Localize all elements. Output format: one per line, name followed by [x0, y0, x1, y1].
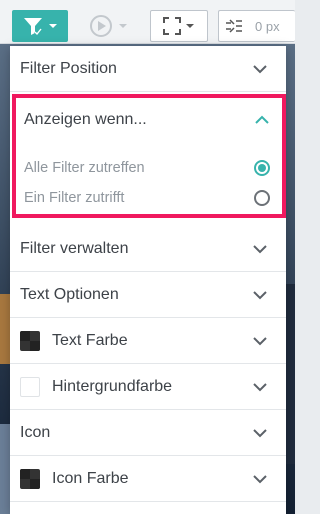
filter-settings-dropdown: Filter Position Anzeigen wenn... Alle Fi…: [10, 46, 286, 514]
chevron-up-icon: [255, 115, 269, 124]
fullscreen-frame-icon: [163, 17, 181, 35]
chevron-down-icon: [253, 336, 267, 345]
menu-item-text-color[interactable]: Text Farbe: [10, 318, 286, 364]
menu-item-icon[interactable]: Icon: [10, 410, 286, 456]
chevron-down-icon: [253, 290, 267, 299]
color-swatch[interactable]: [20, 468, 40, 489]
caret-down-icon: [49, 24, 57, 28]
menu-item-label: Text Farbe: [52, 331, 128, 349]
spacing-field[interactable]: 0 px: [218, 10, 295, 42]
menu-item-label: Filter verwalten: [20, 239, 129, 257]
chevron-down-icon: [253, 244, 267, 253]
radio-unselected[interactable]: [254, 190, 270, 206]
menu-item-manage-filters[interactable]: Filter verwalten: [10, 226, 286, 272]
menu-item-label: Icon: [20, 423, 51, 441]
menu-item-filter-position[interactable]: Filter Position: [10, 46, 286, 92]
option-label: Alle Filter zutreffen: [24, 160, 145, 176]
color-swatch[interactable]: [20, 376, 40, 397]
menu-item-text-options[interactable]: Text Optionen: [10, 272, 286, 318]
chevron-down-icon: [253, 474, 267, 483]
menu-item-icon-color[interactable]: Icon Farbe: [10, 456, 286, 502]
menu-item-label: Hintergrundfarbe: [52, 377, 173, 395]
color-swatch[interactable]: [20, 330, 40, 351]
menu-item-label: Anzeigen wenn...: [24, 111, 147, 128]
menu-item-label: Filter Position: [20, 59, 117, 77]
chevron-down-icon: [253, 382, 267, 391]
option-any-filter[interactable]: Ein Filter zutrifft: [24, 186, 274, 210]
caret-down-icon: [119, 24, 127, 28]
play-circle-icon: [90, 15, 112, 37]
radio-selected[interactable]: [254, 160, 270, 176]
spacing-icon: [226, 19, 242, 33]
spacing-value: 0 px: [255, 18, 280, 34]
menu-item-show-when[interactable]: Anzeigen wenn...: [16, 98, 282, 142]
chevron-down-icon: [253, 428, 267, 437]
menu-item-label: Icon Farbe: [52, 469, 129, 487]
filter-check-icon: [24, 18, 42, 36]
menu-item-background-color[interactable]: Hintergrundfarbe: [10, 364, 286, 410]
option-label: Ein Filter zutrifft: [24, 190, 125, 206]
background-image-strip: [285, 284, 295, 464]
toolbar: 0 px: [0, 0, 295, 44]
filter-button[interactable]: [12, 10, 68, 42]
animation-button[interactable]: [80, 10, 136, 42]
show-when-section: Anzeigen wenn... Alle Filter zutreffen E…: [12, 94, 286, 218]
menu-item-label: Text Optionen: [20, 285, 119, 303]
frame-button[interactable]: [150, 10, 208, 42]
chevron-down-icon: [253, 64, 267, 73]
option-all-filters[interactable]: Alle Filter zutreffen: [24, 156, 274, 180]
caret-down-icon: [186, 24, 194, 28]
